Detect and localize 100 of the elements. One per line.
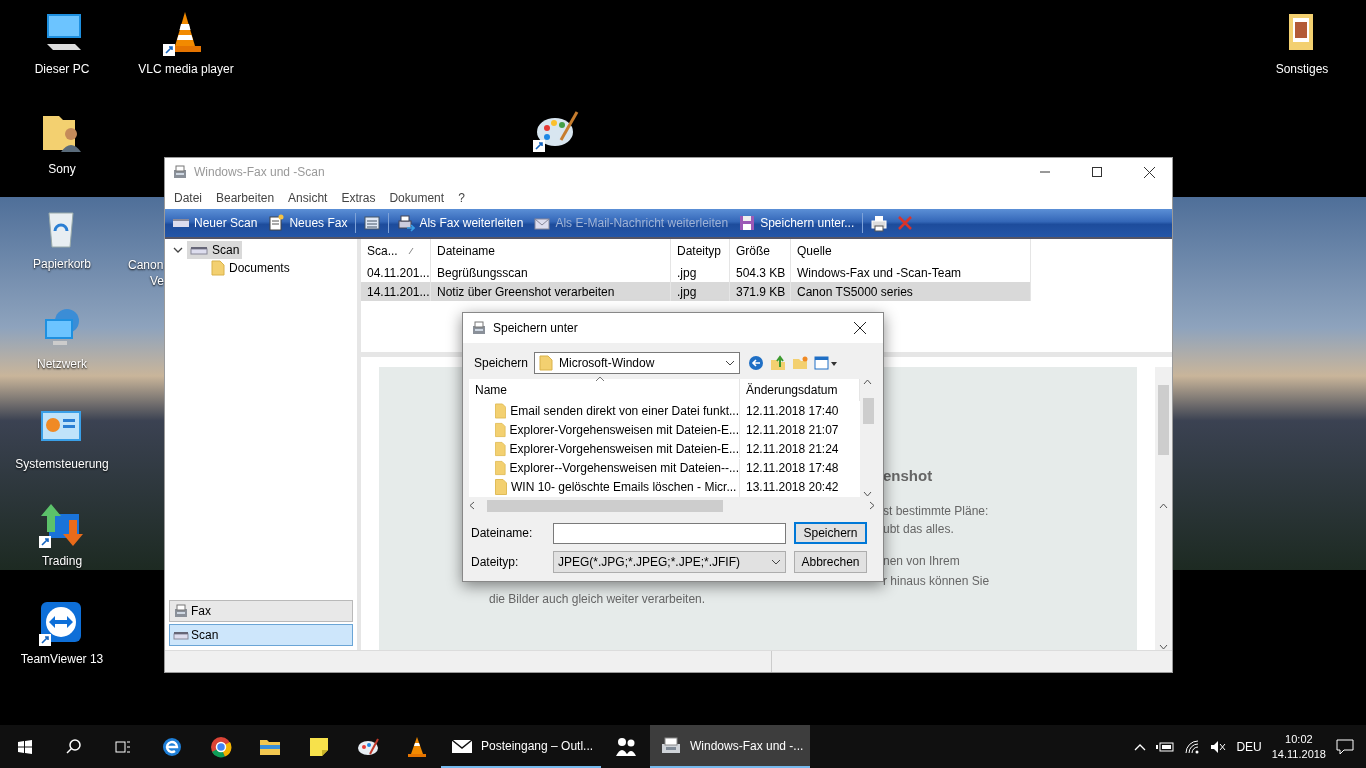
folder-dropdown[interactable]: Microsoft-Window	[534, 351, 740, 374]
icon-label: Ve	[150, 273, 164, 290]
printer-icon[interactable]	[870, 214, 889, 232]
nav-button[interactable]: Fax	[169, 600, 353, 622]
view-menu-icon[interactable]	[814, 354, 838, 371]
battery-icon[interactable]	[1156, 740, 1175, 753]
chrome-icon	[209, 735, 232, 758]
speaker-muted-icon[interactable]	[1210, 739, 1227, 754]
icon-label: Sony	[48, 161, 76, 178]
toolbar-button[interactable]: Speichern unter...	[733, 212, 860, 234]
file-row[interactable]: Explorer-Vorgehensweisen mit Dateien-E...	[469, 439, 740, 459]
icon-label: VLC media player	[138, 61, 234, 78]
taskbar-app-button[interactable]: Posteingang – Outl...	[441, 725, 601, 768]
menu-item[interactable]: ?	[451, 188, 472, 207]
file-row[interactable]: Explorer--Vorgehensweisen mit Dateien--...	[469, 458, 740, 478]
dialog-button[interactable]: Abbrechen	[794, 551, 867, 573]
dialog-button[interactable]: Speichern	[794, 522, 867, 544]
chevron-down-icon[interactable]	[173, 245, 183, 255]
icon-label: TeamViewer 13	[20, 651, 104, 668]
scrollbar[interactable]	[1155, 367, 1172, 650]
document-text: st bestimmte Pläne:	[883, 503, 989, 520]
clock-time[interactable]: 10:02	[1285, 732, 1313, 747]
folder-icon	[495, 402, 507, 419]
window-title: Windows-Fax und -Scan	[194, 164, 326, 181]
table-cell: Notiz über Greenshot verarbeiten	[431, 282, 671, 301]
icon-label: Sonstiges	[1275, 61, 1329, 78]
fax-machine-icon	[173, 603, 189, 619]
toolbar-button[interactable]: Neues Fax	[262, 212, 353, 234]
document-heading: enshot	[883, 466, 933, 486]
scrollbar-thumb[interactable]	[863, 398, 874, 424]
scrollbar-thumb[interactable]	[1158, 385, 1169, 455]
date-cell-text: 12.11.2018 21:24	[745, 441, 840, 458]
date-cell-text: 12.11.2018 17:48	[745, 460, 840, 478]
scroll-up-icon	[863, 379, 872, 385]
filetype-dropdown[interactable]: JPEG(*.JPG;*.JPEG;*.JPE;*.JFIF)	[553, 551, 786, 573]
folder-icon	[495, 479, 507, 496]
column-header[interactable]: Dateityp	[671, 239, 730, 263]
filename-input[interactable]	[553, 522, 786, 544]
icon-label: Canon	[128, 257, 164, 274]
traffic-cone-icon	[405, 735, 428, 758]
browser-e-icon	[160, 735, 183, 758]
people-icon	[614, 735, 637, 758]
scroll-up-icon	[1159, 502, 1168, 509]
menu-item[interactable]: Dokument	[382, 188, 452, 207]
column-header[interactable]: Sca...	[361, 239, 431, 263]
chevron-up-icon[interactable]	[1134, 742, 1147, 751]
scroll-down-icon	[1159, 644, 1168, 650]
file-row[interactable]: WIN 10- gelöschte Emails löschen - Micr...	[469, 477, 740, 497]
folder-icon	[495, 421, 506, 438]
icon-label: Netzwerk	[37, 356, 87, 373]
menu-item[interactable]: Extras	[334, 188, 383, 207]
folder-up-icon[interactable]	[770, 354, 786, 371]
menu-item[interactable]: Ansicht	[281, 188, 335, 207]
chevron-down-icon	[771, 559, 781, 565]
folder-icon	[495, 460, 506, 477]
tree-item[interactable]: Documents	[211, 259, 290, 277]
fax-machine-icon	[471, 320, 487, 336]
file-row[interactable]: Explorer-Vorgehensweisen mit Dateien-E...	[469, 420, 740, 440]
folder-icon	[539, 354, 553, 371]
document-text: r hinaus können Sie	[883, 573, 990, 590]
scanner-icon	[190, 244, 208, 256]
column-header[interactable]: Größe	[730, 239, 791, 263]
clock-date[interactable]: 14.11.2018	[1271, 746, 1326, 761]
date-cell-text: 12.11.2018 17:40	[745, 402, 840, 420]
document-text: ubt das alles.	[883, 521, 954, 538]
language-indicator[interactable]: DEU	[1236, 737, 1262, 756]
field-label: Dateityp:	[471, 554, 520, 571]
menu-item[interactable]: Datei	[167, 188, 209, 207]
toolbar-button[interactable]: Neuer Scan	[167, 212, 263, 234]
date-cell-text: 13.11.2018 20:42	[745, 479, 840, 497]
taskbar-app-button[interactable]: Windows-Fax und -...	[650, 725, 810, 768]
field-label: Speichern	[474, 354, 526, 372]
table-cell: 371.9 KB	[730, 282, 791, 301]
tree-item[interactable]: Scan	[187, 241, 243, 259]
table-cell: Canon TS5000 series	[791, 282, 1031, 301]
scrollbar-thumb[interactable]	[487, 500, 723, 512]
task-view-icon	[114, 738, 131, 755]
list-view-icon[interactable]	[363, 214, 382, 232]
notification-icon[interactable]	[1336, 738, 1354, 755]
date-cell-text: 12.11.2018 21:07	[745, 421, 840, 439]
close-icon	[854, 322, 866, 334]
column-header[interactable]: Quelle	[791, 239, 1031, 263]
menu-item[interactable]: Bearbeiten	[209, 188, 282, 207]
file-row[interactable]: Email senden direkt von einer Datei funkt...	[469, 401, 740, 421]
printer-arrow-icon	[397, 214, 416, 232]
nav-button[interactable]: Scan	[169, 624, 353, 646]
windows-logo-icon	[16, 738, 33, 755]
sort-caret-icon	[595, 376, 605, 382]
sort-icon	[407, 247, 414, 255]
wifi-icon[interactable]	[1184, 739, 1201, 754]
toolbar-button[interactable]: Als Fax weiterleiten	[392, 212, 529, 234]
column-header[interactable]: Name	[469, 379, 740, 401]
icon-label: Papierkorb	[33, 256, 91, 273]
folder-icon	[495, 441, 506, 457]
icon-label: Dieser PC	[34, 61, 90, 78]
column-header[interactable]: Dateiname	[431, 239, 671, 263]
scroll-down-icon	[863, 491, 872, 497]
document-text: die Bilder auch gleich weiter verarbeiten.	[489, 591, 706, 608]
document-icon	[267, 214, 286, 232]
icon-label: Trading	[41, 553, 83, 570]
